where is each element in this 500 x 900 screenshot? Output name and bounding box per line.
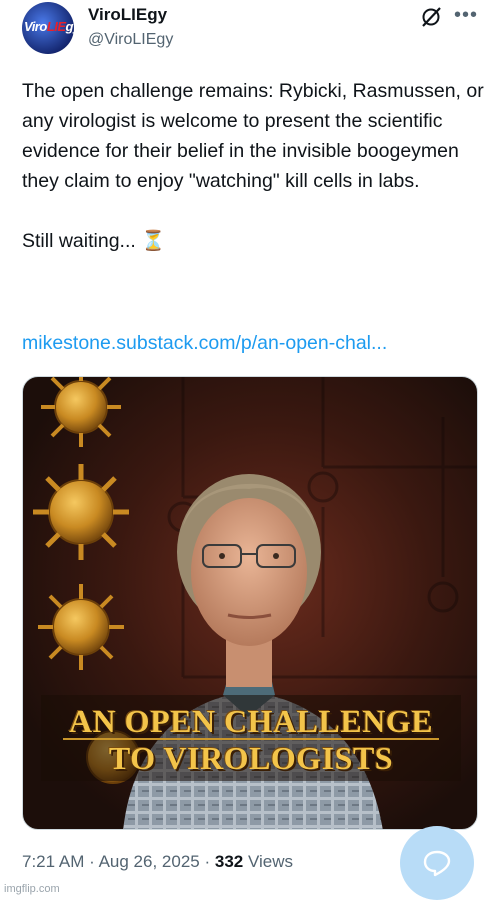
tweet-paragraph: Still waiting... ⏳ (22, 230, 166, 252)
display-name[interactable]: ViroLIEgy (88, 5, 167, 25)
tweet-text: The open challenge remains: Rybicki, Ras… (22, 76, 484, 256)
image-banner-line2: TO VIROLOGISTS (108, 740, 394, 776)
views-label: Views (247, 852, 294, 871)
tweet-header: ViroLIEgy ViroLIEgy @ViroLIEgy ••• (22, 2, 482, 58)
separator: · (89, 852, 95, 871)
reply-icon (423, 850, 451, 877)
reply-button[interactable] (400, 826, 474, 900)
watermark: imgflip.com (4, 883, 60, 895)
tweet-link[interactable]: mikestone.substack.com/p/an-open-chal... (22, 332, 387, 355)
tweet-image[interactable]: AN OPEN CHALLENGE TO VIROLOGISTS (22, 376, 478, 830)
image-banner-line1: AN OPEN CHALLENGE (68, 703, 434, 739)
more-icon[interactable]: ••• (454, 4, 478, 27)
avatar[interactable]: ViroLIEgy (22, 2, 74, 54)
views-count: 332 (214, 852, 244, 871)
tweet-date[interactable]: Aug 26, 2025 (99, 852, 200, 871)
tweet-meta: 7:21 AM · Aug 26, 2025 · 332 Views (22, 852, 293, 872)
user-handle[interactable]: @ViroLIEgy (88, 31, 173, 49)
avatar-logo-text: ViroLIEgy (24, 19, 74, 34)
grok-icon[interactable] (420, 6, 442, 28)
tweet-time[interactable]: 7:21 AM (22, 852, 84, 871)
tweet-paragraph: The open challenge remains: Rybicki, Ras… (22, 80, 484, 192)
separator: · (204, 852, 211, 871)
